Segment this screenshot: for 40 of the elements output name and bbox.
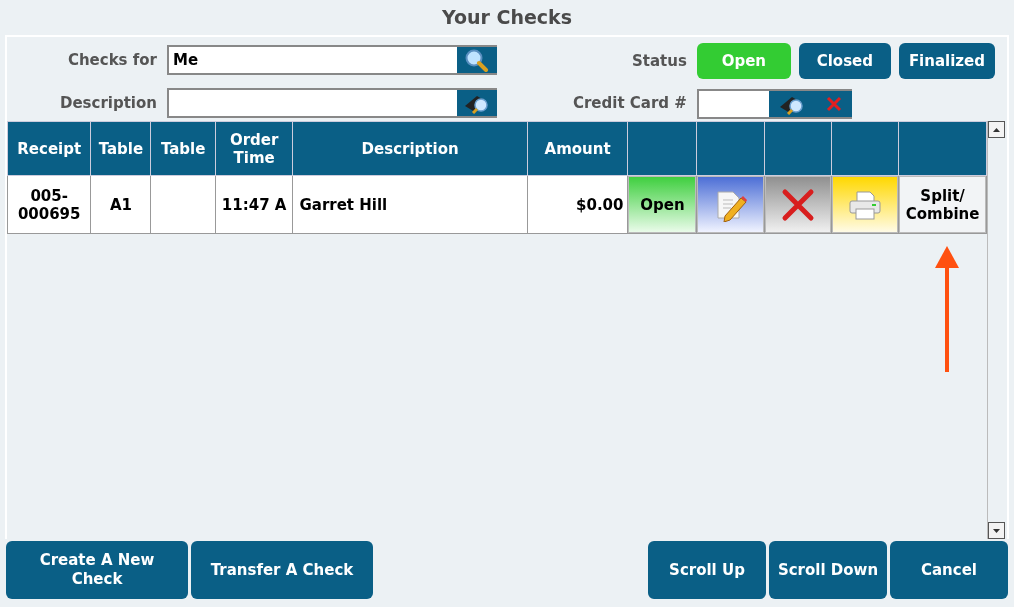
scroll-up-icon	[993, 127, 1000, 132]
table-cell: A1	[90, 175, 151, 234]
search-button[interactable]	[457, 46, 497, 73]
edit-button[interactable]	[697, 176, 764, 233]
clear-icon	[826, 96, 843, 112]
split-combine-button[interactable]: Split/Combine	[899, 176, 986, 233]
table-cell: 005-000695	[7, 175, 91, 234]
printer-icon	[848, 189, 883, 220]
scrollbar[interactable]	[987, 121, 1005, 539]
column-header: Table	[151, 121, 216, 176]
delete-button[interactable]	[764, 176, 831, 233]
column-header: Description	[292, 121, 528, 176]
column-header: Amount	[527, 121, 628, 176]
search-icon	[464, 47, 490, 72]
field-label: Status	[631, 52, 688, 70]
footer-button[interactable]: Scroll Up	[648, 541, 766, 599]
description-field[interactable]	[167, 87, 497, 118]
status-button[interactable]: Closed	[798, 43, 891, 79]
scroll-down-icon	[993, 528, 1000, 533]
field-label: Checks for	[66, 50, 158, 69]
table-cell: $0.00	[527, 175, 628, 234]
footer-button[interactable]: Transfer A Check	[191, 541, 373, 599]
column-header: Receipt	[7, 121, 91, 176]
open-button[interactable]: Open	[628, 176, 697, 233]
footer-button[interactable]: Cancel	[890, 541, 1008, 599]
table-cell: Garret Hill	[292, 175, 528, 234]
credit-card-field[interactable]	[696, 89, 852, 119]
column-header: Table	[90, 121, 151, 176]
field-label: Description	[58, 93, 158, 112]
keyboard-search-button[interactable]	[457, 89, 497, 116]
footer-button[interactable]: Create A New Check	[6, 541, 188, 599]
checks-for-field[interactable]: Me	[167, 44, 497, 75]
column-header: Order Time	[215, 121, 293, 176]
field-label: Credit Card #	[572, 94, 688, 112]
page-title: Your Checks	[440, 5, 574, 30]
status-button[interactable]: Finalized	[898, 43, 995, 79]
table-cell: 11:47 A	[215, 175, 293, 234]
footer-button[interactable]: Scroll Down	[769, 541, 887, 599]
print-button[interactable]	[831, 176, 899, 233]
delete-icon	[780, 187, 815, 222]
